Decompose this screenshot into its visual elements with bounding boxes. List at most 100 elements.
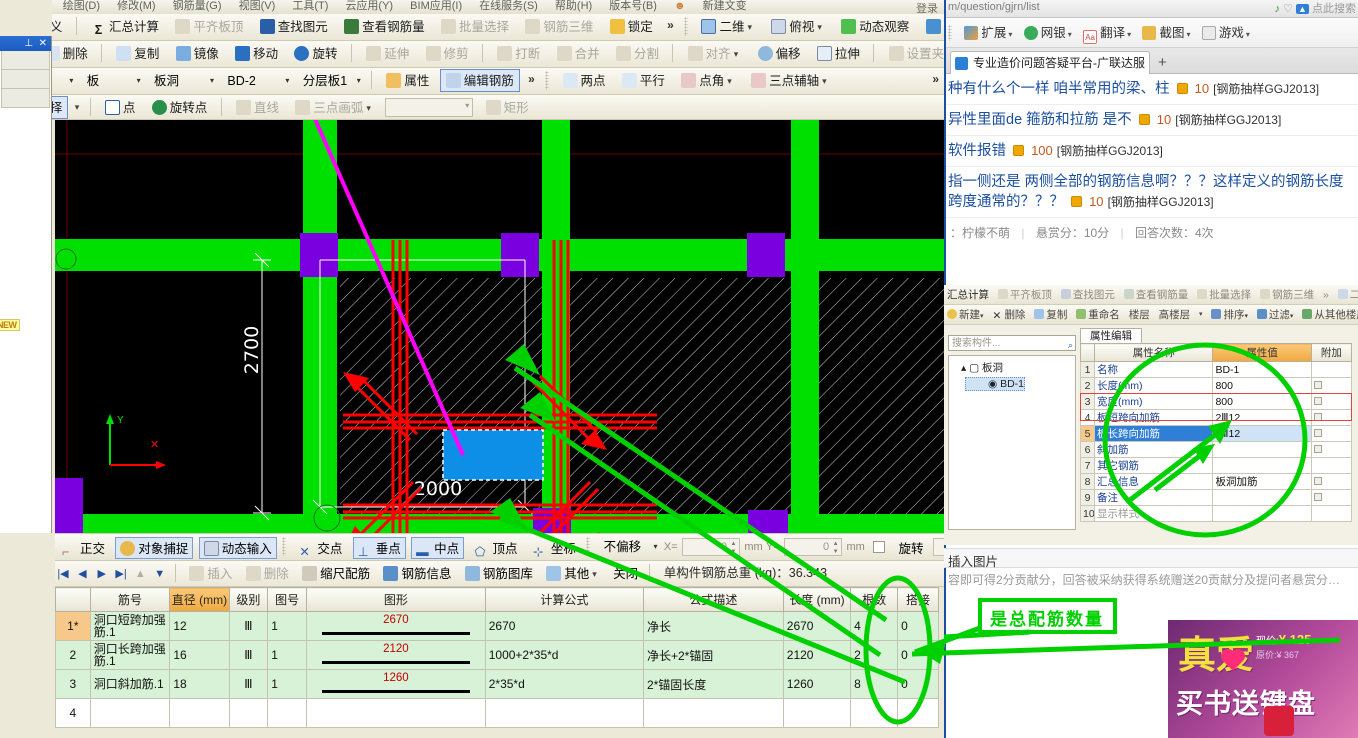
cell-shape[interactable] [306,698,486,728]
menu-face-icon[interactable]: ☻ [667,0,693,13]
embedded-copy-button[interactable]: 复制 [1031,308,1070,322]
cad-drawing-canvas[interactable]: 2700 2000 Y ✕ [55,120,944,533]
y-input[interactable]: 0 ▲ ▼ [784,538,843,556]
menu-item-help[interactable]: 帮助(H) [548,0,599,13]
list-item[interactable]: 指一侧还是 两侧全部的钢筋信息啊？？？这样定义的钢筋长度跨度通常的？？？ 10 … [946,167,1358,218]
coordinate-snap-toggle[interactable]: ⊹ 坐标 [528,537,581,559]
view-top-button[interactable]: 俯视 ▾ [765,15,831,38]
prop-attach[interactable] [1310,457,1353,474]
align-button[interactable]: 对齐 ▾ [682,42,748,65]
rebar-info-button[interactable]: 钢筋信息 [379,563,455,585]
prop-attach[interactable] [1310,425,1353,442]
toolbar-overflow-3[interactable]: » [523,68,540,91]
move-up-button[interactable]: ▲ [132,563,148,585]
cell-formula-desc[interactable] [642,698,784,728]
menu-item-online-service[interactable]: 在线服务(S) [472,0,545,13]
cell-rownum[interactable]: 1* [55,611,91,641]
cell-figure-no[interactable]: 1 [267,640,308,670]
question-tag[interactable]: [钢筋抽样GGJ2013] [1108,195,1214,209]
cell-rownum[interactable]: 3 [55,669,91,699]
prop-value[interactable]: 800 [1212,377,1312,394]
ortho-toggle[interactable]: ⌐ 正交 [57,537,110,559]
split-button[interactable]: 分割 [610,42,665,65]
question-text[interactable]: 异性里面de 箍筋和拉筋 是不 [948,112,1132,128]
cell-rebar-no[interactable]: 洞口斜加筋.1 [89,669,171,699]
prop-value[interactable] [1212,441,1312,458]
prop-name[interactable]: 板短跨向加筋 [1094,409,1214,426]
embedded-rebar-3d[interactable]: 钢筋三维 [1257,288,1317,302]
col-count[interactable]: 根数 [850,587,899,612]
col-figure-no[interactable]: 图号 [267,587,308,612]
menu-item-cloud-app[interactable]: 云应用(Y) [338,0,400,13]
snapbar-gripper[interactable] [282,537,287,556]
batch-select-button[interactable]: 批量选择 [435,15,515,38]
view-rebar-quantity-button[interactable]: 查看钢筋量 [338,15,431,38]
col-grade[interactable]: 级别 [228,587,269,612]
menu-item-tools[interactable]: 工具(T) [285,0,335,13]
offset-mode-combo[interactable]: 不偏移 [599,536,661,558]
extension-screenshot[interactable]: 截图 ▾ [1136,23,1192,45]
menu-item-modify[interactable]: 修改(M) [110,0,163,13]
cell-grade[interactable]: Ⅲ [228,611,269,641]
embedded-batch-select[interactable]: 批量选择 [1194,288,1254,302]
two-point-axis-button[interactable]: 两点 [557,69,612,92]
embedded-find-element[interactable]: 查找图元 [1058,288,1118,302]
attach-checkbox[interactable] [1313,412,1322,421]
cell-formula-desc[interactable]: 净长 [642,611,784,641]
cell-length[interactable]: 2120 [782,640,852,670]
three-point-axis-button[interactable]: 三点辅轴 ▾ [745,69,836,92]
prop-value[interactable] [1212,505,1312,522]
col-rownum[interactable] [55,587,91,612]
arc-tool-button[interactable]: 三点画弧 ▾ [289,96,380,119]
pin-icon[interactable]: ⊥ [24,36,33,51]
col-rebar-no[interactable]: 筋号 [89,587,171,612]
cell-rownum[interactable]: 4 [55,698,91,728]
property-row[interactable]: 5 板长跨向加筋 2Ⅲ12 [1079,425,1353,442]
set-grip-point-button[interactable]: 设置夹点 [883,42,944,65]
rotate-input[interactable]: 0.000▲▼ [932,538,944,556]
question-tag[interactable]: [钢筋抽样GGJ2013] [1213,82,1319,96]
col-prop-attach[interactable]: 附加 [1310,343,1353,362]
intersection-snap-toggle[interactable]: ✕ 交点 [294,537,347,559]
cell-figure-no[interactable] [267,698,308,728]
rotate-checkbox[interactable] [873,541,886,553]
insert-image-label[interactable]: 插入图片 [948,555,998,569]
cell-diameter[interactable]: 18 [169,669,230,699]
left-panel-group-1[interactable] [1,51,50,70]
cell-formula[interactable]: 2670 [484,611,644,641]
attach-checkbox[interactable] [1313,396,1322,405]
attach-checkbox[interactable] [1313,492,1322,501]
prop-value[interactable]: 800 [1212,393,1312,410]
object-snap-toggle[interactable]: 对象捕捉 [115,537,194,559]
cell-diameter[interactable] [169,698,230,728]
table-row[interactable]: 4 [55,698,939,728]
cell-grade[interactable]: Ⅲ [228,669,269,699]
question-tag[interactable]: [钢筋抽样GGJ2013] [1175,113,1281,127]
prop-value[interactable]: BD-1 [1212,361,1312,378]
col-lap[interactable]: 搭接 [897,587,939,612]
col-shape[interactable]: 图形 [306,587,486,612]
summary-calc-button[interactable]: Σ 汇总计算 [85,15,165,38]
point-angle-axis-button[interactable]: 点角 ▾ [675,69,741,92]
embedded-copy-from-floor-button[interactable]: 从其他楼层复制构件 [1299,308,1358,322]
toolbar-gripper-view[interactable] [684,17,689,36]
question-tag[interactable]: [钢筋抽样GGJ2013] [1057,144,1163,158]
rebar-table[interactable]: 筋号 直径 (mm) 级别 图号 图形 计算公式 公式描述 长度 (mm) 根数… [55,587,939,728]
prop-value[interactable] [1212,457,1312,474]
first-record-button[interactable]: |◀ [55,563,71,585]
cell-formula[interactable]: 2*35*d [484,669,644,699]
embedded-overflow[interactable]: » [1320,288,1332,302]
prop-name[interactable]: 板长跨向加筋 [1094,425,1214,442]
parallel-axis-button[interactable]: 平行 [616,69,671,92]
view-2d-button[interactable]: 二维 ▾ [695,15,761,38]
cell-formula[interactable] [484,698,644,728]
cell-grade[interactable] [228,698,269,728]
attach-checkbox[interactable] [1313,476,1322,485]
cell-grade[interactable]: Ⅲ [228,640,269,670]
midpoint-snap-toggle[interactable]: ▬ 中点 [411,537,465,559]
x-spinner[interactable]: ▲ ▼ [729,540,738,556]
list-item[interactable]: 异性里面de 箍筋和拉筋 是不 10 [钢筋抽样GGJ2013] [946,105,1358,136]
embedded-view-2d[interactable]: 二维▾ [1335,288,1358,304]
next-record-button[interactable]: ▶ [94,563,110,585]
cell-rebar-no[interactable]: 洞口长跨加强筋.1 [89,640,171,670]
